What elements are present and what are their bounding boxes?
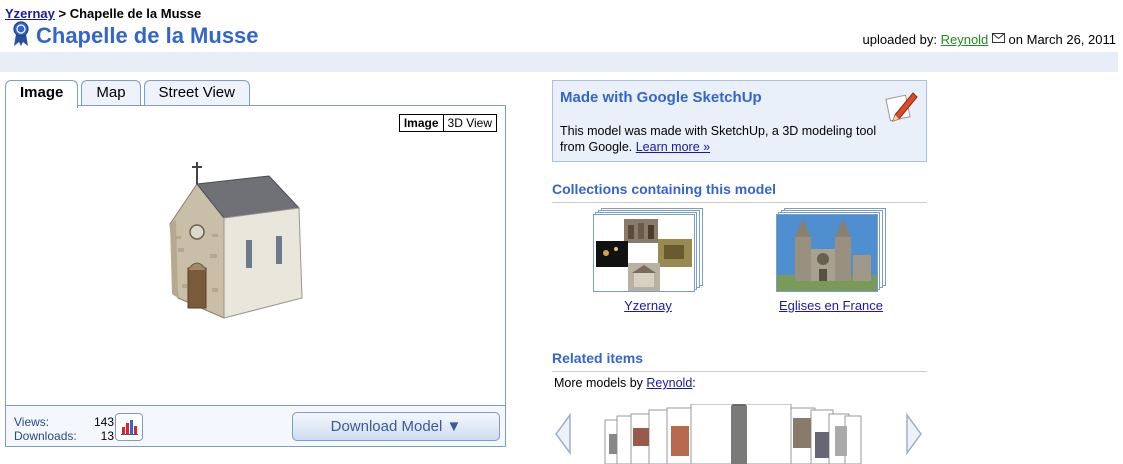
chapel-model-image [169,162,303,319]
tab-image[interactable]: Image [5,80,79,108]
sketchup-text: This model was made with SketchUp, a 3D … [560,124,877,154]
collection-link-yzernay[interactable]: Yzernay [583,298,713,313]
more-models-suffix: : [692,376,696,390]
collection-thumb-eglises[interactable] [776,208,886,292]
more-models: More models by Reynold: [554,376,696,390]
more-models-user-link[interactable]: Reynold [646,376,692,390]
upload-date: on March 26, 2011 [1008,32,1116,47]
upload-info: uploaded by: Reynold on March 26, 2011 [863,32,1116,47]
views-label: Views: [14,415,50,429]
collections-title: Collections containing this model [552,181,777,197]
collection-thumb-yzernay[interactable] [593,208,703,292]
more-models-prefix: More models by [554,376,647,390]
email-icon[interactable] [991,32,1009,47]
learn-more-link[interactable]: Learn more » [636,140,710,154]
title-row: Chapelle de la Musse [12,20,259,52]
breadcrumb-separator: > [54,6,70,21]
sketchup-info-box: Made with Google SketchUp This model was… [552,80,927,162]
carousel-left-icon[interactable] [553,413,573,455]
views-count: 143 [93,415,114,429]
toggle-image[interactable]: Image [400,115,444,131]
breadcrumb: Yzernay > Chapelle de la Musse [5,6,201,21]
collection-eglises-en-france[interactable]: Eglises en France [766,208,896,313]
collection-yzernay[interactable]: Yzernay [583,208,713,313]
stats-graph-button[interactable] [115,413,143,441]
related-title: Related items [552,350,644,366]
collections-divider [552,202,927,203]
downloads-label: Downloads: [14,429,77,443]
viewer-stats-bar: Views: 143 Downloads: 13 Download Model ▼ [6,405,505,446]
uploader-link[interactable]: Reynold [941,32,989,47]
sketchup-description: This model was made with SketchUp, a 3D … [560,123,880,155]
collection-link-eglises[interactable]: Eglises en France [766,298,896,313]
breadcrumb-link-yzernay[interactable]: Yzernay [5,6,55,21]
sketchup-title: Made with Google SketchUp [560,89,762,106]
view-tabs: Image Map Street View [5,80,250,108]
breadcrumb-current: Chapelle de la Musse [69,6,202,21]
view-toggle: Image 3D View [398,114,497,132]
upload-prefix: uploaded by: [862,32,941,47]
sketchup-pencil-icon [885,87,919,128]
stats-graph-icon [121,420,138,435]
related-models-carousel [603,404,863,464]
carousel-right-icon[interactable] [904,413,924,455]
model-viewer: Image 3D View Views: 143 Downloads: 13 D… [5,105,506,447]
downloads-count: 13 [100,429,114,443]
stats: Views: 143 Downloads: 13 [14,415,114,443]
page-title: Chapelle de la Musse [36,23,259,48]
tab-street-view[interactable]: Street View [143,80,250,106]
download-model-button[interactable]: Download Model ▼ [292,412,500,441]
header-band [0,52,1118,72]
toggle-3d-view[interactable]: 3D View [444,115,496,131]
tab-map[interactable]: Map [81,80,141,106]
ribbon-icon [12,20,30,52]
related-divider [552,371,927,372]
